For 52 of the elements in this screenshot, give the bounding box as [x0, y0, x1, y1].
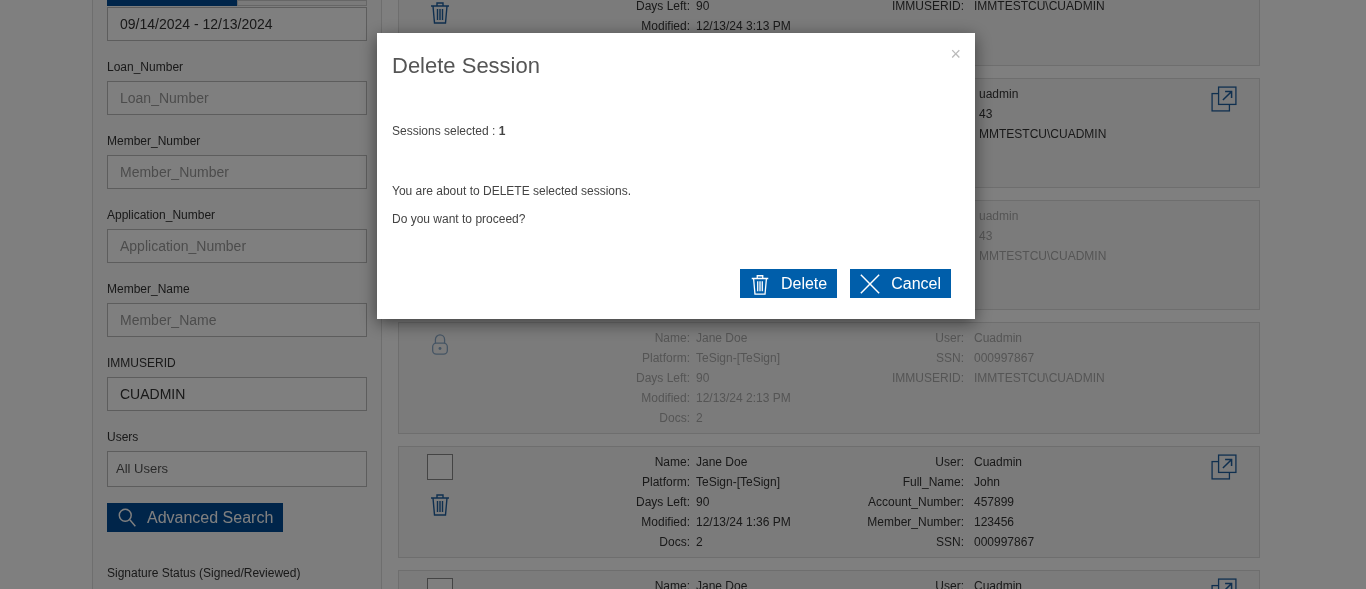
section-label: Signature Status (Signed/Reviewed) [107, 564, 302, 582]
field-value: 000997867 [974, 534, 1035, 551]
date-range-field[interactable]: 09/14/2024 - 12/13/2024 [107, 7, 367, 41]
field-label: Full_Name: [901, 474, 965, 491]
field-value: 43 [979, 106, 993, 123]
field-label: Loan_Number [107, 59, 185, 75]
field-label: Platform: [641, 474, 691, 491]
field-value: TeSign-[TeSign] [696, 474, 781, 491]
field-label: Member_Name [107, 281, 191, 297]
message-text: You are about to DELETE selected sessions. [392, 183, 633, 200]
cancel-button[interactable]: Cancel [850, 269, 951, 298]
field-label: Application_Number [107, 207, 217, 223]
users-select[interactable]: All Users [107, 451, 367, 487]
field-value: 2 [696, 534, 703, 551]
close-icon [859, 272, 882, 295]
field-label: SSN: [935, 534, 965, 551]
field-value: Cuadmin [974, 454, 1023, 471]
open-window-icon[interactable] [1211, 86, 1237, 112]
field-value: Jane Doe [696, 454, 748, 471]
field-value: 123456 [974, 514, 1015, 531]
field-label: User: [934, 454, 965, 471]
field-value: 90 [696, 494, 710, 511]
field-value: 90 [696, 0, 710, 15]
field-label: Days Left: [634, 494, 691, 511]
field-label: Name: [653, 454, 691, 471]
field-value: 457899 [974, 494, 1015, 511]
question-text: Do you want to proceed? [392, 211, 527, 228]
dialog-title: Delete Session [392, 52, 540, 80]
field-label: Days Left: [634, 0, 691, 15]
field-label: Member_Number: [866, 514, 965, 531]
open-window-icon[interactable] [1211, 454, 1237, 480]
field-value: John [974, 474, 1001, 491]
search-icon [117, 506, 139, 529]
delete-button[interactable]: Delete [739, 269, 838, 298]
field-label: Users [107, 429, 140, 445]
field-label: Modified: [640, 514, 691, 531]
field-label: Docs: [658, 534, 691, 551]
field-label: IMMUSERID [107, 355, 177, 371]
sessions-selected-text: Sessions selected : 1 [392, 123, 507, 140]
field-value: uadmin [979, 86, 1019, 103]
input-field[interactable]: CUADMIN [107, 377, 367, 411]
field-label: Member_Number [107, 133, 202, 149]
field-label: IMMUSERID: [891, 0, 965, 15]
field-value: MMTESTCU\CUADMIN [979, 126, 1107, 143]
field-value: 12/13/24 1:36 PM [696, 514, 791, 531]
field-label: Account_Number: [866, 494, 965, 511]
field-label: Modified: [640, 18, 691, 35]
advanced-search-button[interactable]: Advanced Search [107, 503, 284, 532]
trash-icon [428, 0, 452, 26]
checkbox[interactable] [427, 454, 453, 480]
field-value: IMMTESTCU\CUADMIN [974, 0, 1105, 15]
field-value: 12/13/24 3:13 PM [696, 18, 791, 35]
